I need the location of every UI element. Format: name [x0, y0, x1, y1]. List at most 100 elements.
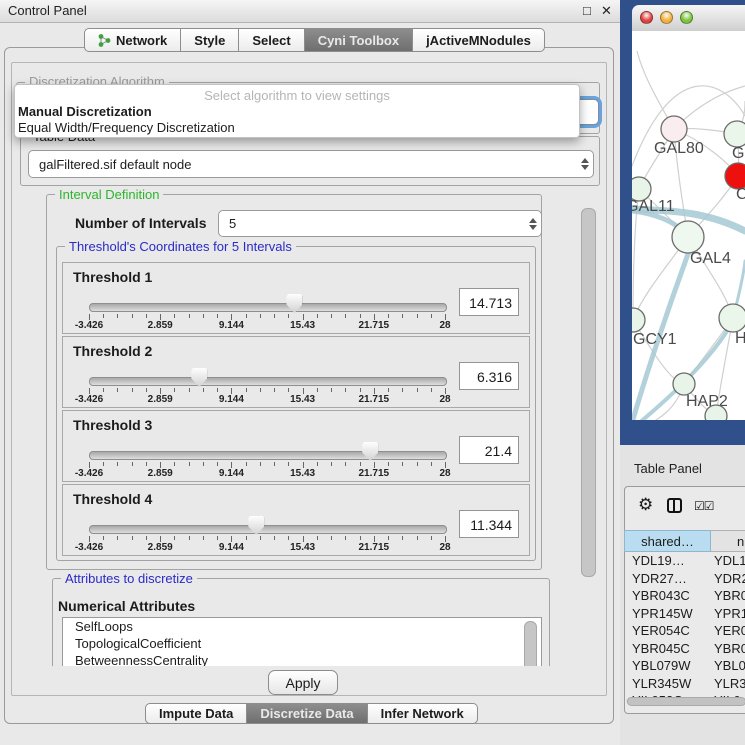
- slider-tick: [174, 388, 175, 392]
- slider-tick-label: 15.43: [290, 394, 315, 405]
- apply-button[interactable]: Apply: [268, 670, 338, 695]
- dropdown-item-equal-width[interactable]: Equal Width/Frequency Discretization: [18, 120, 235, 135]
- threshold-value-field[interactable]: 11.344: [459, 510, 519, 538]
- threshold-label: Threshold 4: [73, 491, 152, 507]
- slider-tick: [417, 536, 418, 540]
- close-traffic-light[interactable]: [640, 11, 653, 24]
- table-row[interactable]: YBR045CYBR0: [624, 640, 745, 658]
- slider-tick: [132, 462, 133, 466]
- column-header-name[interactable]: n: [711, 530, 745, 552]
- dropdown-item-manual-discretization[interactable]: Manual Discretization: [18, 104, 152, 119]
- attribute-list-item[interactable]: SelfLoops: [63, 618, 541, 635]
- network-node-g[interactable]: [724, 121, 745, 147]
- tab-infer-network[interactable]: Infer Network: [368, 703, 478, 724]
- slider-tick: [360, 314, 361, 318]
- slider-tick-label: 21.715: [359, 394, 390, 405]
- table-row[interactable]: YDL19…YDL1: [624, 552, 745, 570]
- slider-track[interactable]: [89, 451, 447, 460]
- numerical-attributes-list[interactable]: SelfLoopsTopologicalCoefficientBetweenne…: [62, 617, 542, 666]
- tab-network[interactable]: Network: [84, 28, 181, 52]
- slider-tick: [288, 536, 289, 540]
- table-row[interactable]: YER054CYER0: [624, 622, 745, 640]
- split-columns-icon[interactable]: [667, 498, 682, 513]
- slider-tick: [117, 462, 118, 466]
- number-of-intervals-combo[interactable]: 5: [218, 210, 542, 237]
- network-canvas[interactable]: GAL80GCGAL11GAL4GCY1HHAP2: [632, 31, 745, 420]
- tab-cyni-toolbox[interactable]: Cyni Toolbox: [305, 28, 413, 52]
- panel-scrollbar-thumb[interactable]: [581, 208, 596, 577]
- attribute-list-item[interactable]: BetweennessCentrality: [63, 652, 541, 666]
- slider-tick-label: 28: [439, 468, 450, 479]
- panel-title: Control Panel: [8, 3, 87, 18]
- slider-tick: [260, 388, 261, 392]
- threshold-value-field[interactable]: 21.4: [459, 436, 519, 464]
- slider-tick: [402, 536, 403, 540]
- numerical-attributes-label: Numerical Attributes: [58, 598, 195, 614]
- slider-tick: [360, 388, 361, 392]
- list-scrollbar-thumb[interactable]: [524, 621, 537, 666]
- tab-label: Network: [116, 33, 167, 48]
- slider-tick-label: 28: [439, 394, 450, 405]
- slider-tick: [246, 388, 247, 392]
- dropdown-hint: Select algorithm to view settings: [15, 88, 579, 103]
- tab-select[interactable]: Select: [239, 28, 304, 52]
- tab-style[interactable]: Style: [181, 28, 239, 52]
- network-node-label: GCY1: [633, 331, 677, 348]
- network-window-titlebar[interactable]: [632, 5, 745, 32]
- network-node-gal4[interactable]: [672, 221, 704, 253]
- slider-tick: [203, 462, 204, 466]
- minimize-traffic-light[interactable]: [660, 11, 673, 24]
- network-node-h[interactable]: [719, 304, 745, 332]
- table-panel-title: Table Panel: [634, 461, 702, 476]
- network-node-gal80[interactable]: [661, 116, 687, 142]
- zoom-traffic-light[interactable]: [680, 11, 693, 24]
- slider-tick: [103, 462, 104, 466]
- cell-shared-name: YDR27…: [632, 570, 687, 588]
- network-node-label: H: [735, 330, 745, 347]
- tab-label: Infer Network: [381, 706, 464, 721]
- threshold-value-field[interactable]: 6.316: [459, 362, 519, 390]
- network-node-label: GAL80: [654, 140, 704, 157]
- checkbox-columns-icon[interactable]: ☑☑: [694, 499, 714, 513]
- table-rows: YDL19…YDL1YDR27…YDR2YBR043CYBR0YPR145WYP…: [620, 552, 745, 697]
- slider-tick-label: 9.144: [219, 542, 244, 553]
- gear-icon[interactable]: ⚙: [638, 495, 653, 515]
- network-node-hap2[interactable]: [673, 373, 695, 395]
- tab-jactivemnodules[interactable]: jActiveMNodules: [413, 28, 545, 52]
- slider-tick: [174, 314, 175, 318]
- column-header-shared[interactable]: shared…: [624, 530, 711, 552]
- table-row[interactable]: YBR043CYBR0: [624, 587, 745, 605]
- table-row[interactable]: YDR27…YDR2: [624, 570, 745, 588]
- cell-shared-name: YBR043C: [632, 587, 690, 605]
- table-row[interactable]: YLR345WYLR3: [624, 675, 745, 693]
- tab-discretize-data[interactable]: Discretize Data: [247, 703, 367, 724]
- table-row[interactable]: YPR145WYPR1: [624, 605, 745, 623]
- slider-tick: [203, 536, 204, 540]
- slider-tick: [331, 314, 332, 318]
- slider-track[interactable]: [89, 377, 447, 386]
- hscrollbar-thumb[interactable]: [627, 697, 745, 706]
- slider-track[interactable]: [89, 525, 447, 534]
- slider-tick: [331, 536, 332, 540]
- attribute-list-item[interactable]: TopologicalCoefficient: [63, 635, 541, 652]
- table-row[interactable]: YBL079WYBL0: [624, 657, 745, 675]
- slider-tick-label: 15.43: [290, 320, 315, 331]
- slider-tick: [317, 388, 318, 392]
- threshold-panel-1: Threshold 1-3.4262.8599.14415.4321.71528…: [62, 262, 530, 334]
- screenshot-root: Control Panel □ ✕ Network Style Select C…: [0, 0, 745, 745]
- slider-ticks: [89, 314, 445, 320]
- slider-tick: [288, 388, 289, 392]
- slider-tick: [431, 388, 432, 392]
- float-window-icon[interactable]: □: [583, 3, 591, 18]
- slider-tick-label: 21.715: [359, 468, 390, 479]
- hscrollbar-track[interactable]: [626, 697, 745, 705]
- tab-impute-data[interactable]: Impute Data: [145, 703, 247, 724]
- table-data-combo[interactable]: galFiltered.sif default node: [28, 150, 594, 178]
- close-icon[interactable]: ✕: [601, 3, 612, 19]
- slider-tick: [431, 462, 432, 466]
- slider-track[interactable]: [89, 303, 447, 312]
- slider-tick: [260, 314, 261, 318]
- threshold-value-field[interactable]: 14.713: [459, 288, 519, 316]
- slider-tick: [345, 314, 346, 318]
- network-node-gcy1[interactable]: [632, 308, 645, 332]
